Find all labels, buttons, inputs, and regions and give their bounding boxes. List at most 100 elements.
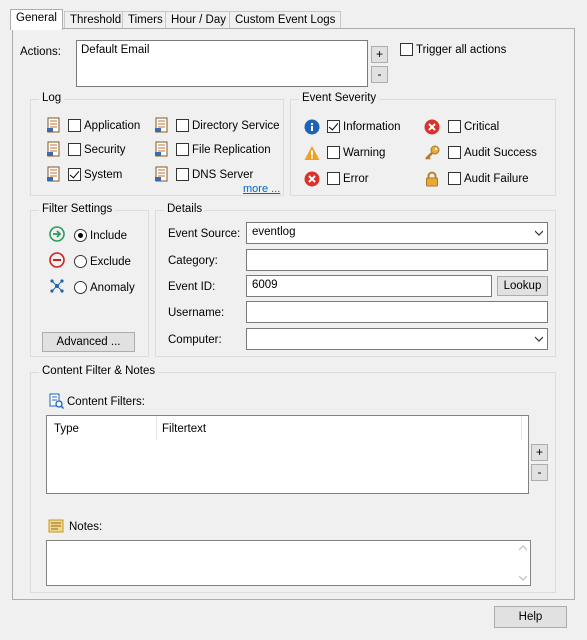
tab-timers[interactable]: Timers [122,11,169,29]
severity-audit-success-checkbox[interactable] [448,146,461,159]
remove-action-button[interactable]: - [371,66,388,83]
log-directory-service-checkbox[interactable] [176,119,189,132]
event-source-value: eventlog [252,226,296,238]
scroll-down-icon[interactable] [519,575,527,581]
filter-anomaly-radio[interactable] [74,281,87,294]
details-title: Details [164,203,206,215]
log-icon [154,141,170,157]
log-dns-server-label[interactable]: DNS Server [192,168,253,182]
log-group: Log Application Security System Director… [30,92,284,196]
trigger-all-label[interactable]: Trigger all actions [416,43,506,57]
severity-error-checkbox[interactable] [327,172,340,185]
filter-exclude-radio[interactable] [74,255,87,268]
category-input[interactable] [246,249,548,271]
anomaly-network-icon [49,278,65,294]
severity-information-label[interactable]: Information [343,120,401,134]
filter-settings-group: Filter Settings Include Exclude Anomaly … [30,203,149,357]
filter-exclude-label[interactable]: Exclude [90,255,131,269]
log-file-replication-checkbox[interactable] [176,143,189,156]
include-arrow-icon [49,226,65,242]
content-filter-icon [48,393,64,409]
add-filter-button[interactable]: + [531,444,548,461]
log-application-checkbox[interactable] [68,119,81,132]
error-icon [304,171,320,187]
notes-scrollbar[interactable] [516,541,530,585]
actions-label: Actions: [20,46,61,58]
severity-critical-label[interactable]: Critical [464,120,499,134]
severity-information-checkbox[interactable] [327,120,340,133]
column-header-type[interactable]: Type [54,422,79,436]
actions-list[interactable]: Default Email [76,40,368,87]
column-divider[interactable] [156,416,157,440]
scroll-up-icon[interactable] [519,545,527,551]
event-severity-group: Event Severity Information Warning Error… [290,92,556,196]
event-id-label: Event ID: [168,281,216,293]
more-logs-link[interactable]: more ... [243,182,280,196]
severity-critical-checkbox[interactable] [448,120,461,133]
content-filters-table[interactable]: Type Filtertext [46,415,529,494]
event-source-label: Event Source: [168,228,241,240]
event-source-combo[interactable]: eventlog [246,222,548,244]
filter-include-label[interactable]: Include [90,229,127,243]
lookup-button[interactable]: Lookup [497,276,548,296]
severity-warning-label[interactable]: Warning [343,146,385,160]
severity-audit-failure-checkbox[interactable] [448,172,461,185]
notes-label: Notes: [69,521,103,533]
tab-custom-event-logs[interactable]: Custom Event Logs [229,11,342,29]
log-icon [154,166,170,182]
actions-list-item[interactable]: Default Email [81,43,363,58]
filter-anomaly-label[interactable]: Anomaly [90,281,135,295]
log-icon [46,141,62,157]
warning-icon [304,145,320,161]
log-security-label[interactable]: Security [84,143,126,157]
log-directory-service-label[interactable]: Directory Service [192,119,280,133]
log-system-label[interactable]: System [84,168,122,182]
severity-audit-success-label[interactable]: Audit Success [464,146,537,160]
notes-textarea[interactable] [46,540,531,586]
computer-combo[interactable] [246,328,548,350]
info-icon [304,119,320,135]
add-action-button[interactable]: + [371,46,388,63]
username-label: Username: [168,307,225,319]
critical-icon [424,119,440,135]
log-application-label[interactable]: Application [84,119,140,133]
event-id-input[interactable]: 6009 [246,275,492,297]
log-system-checkbox[interactable] [68,168,81,181]
tab-threshold[interactable]: Threshold [64,11,128,29]
content-filter-group: Content Filter & Notes Content Filters: … [30,365,556,593]
notes-icon [48,518,64,534]
tab-general[interactable]: General [10,9,63,30]
filter-include-radio[interactable] [74,229,87,242]
log-group-title: Log [39,92,65,104]
help-button[interactable]: Help [494,606,567,628]
log-security-checkbox[interactable] [68,143,81,156]
tab-hour-day[interactable]: Hour / Day [165,11,232,29]
log-file-replication-label[interactable]: File Replication [192,143,271,157]
log-icon [46,166,62,182]
log-dns-server-checkbox[interactable] [176,168,189,181]
general-panel: Actions: Default Email + - Trigger all a… [12,28,575,600]
table-header: Type Filtertext [47,416,528,440]
severity-audit-failure-label[interactable]: Audit Failure [464,172,529,186]
key-icon [424,145,440,161]
severity-warning-checkbox[interactable] [327,146,340,159]
lock-icon [424,171,440,187]
remove-filter-button[interactable]: - [531,464,548,481]
exclude-minus-icon [49,252,65,268]
computer-label: Computer: [168,334,222,346]
trigger-all-checkbox[interactable] [400,43,413,56]
chevron-down-icon[interactable] [535,229,543,237]
username-input[interactable] [246,301,548,323]
content-filter-title: Content Filter & Notes [39,365,159,377]
event-severity-title: Event Severity [299,92,380,104]
details-group: Details Event Source: eventlog Category:… [155,203,556,357]
log-icon [154,117,170,133]
column-divider[interactable] [521,416,522,440]
log-icon [46,117,62,133]
advanced-button[interactable]: Advanced ... [42,332,135,352]
category-label: Category: [168,255,218,267]
content-filters-label: Content Filters: [67,396,145,408]
column-header-filtertext[interactable]: Filtertext [162,422,206,436]
severity-error-label[interactable]: Error [343,172,369,186]
chevron-down-icon[interactable] [535,335,543,343]
